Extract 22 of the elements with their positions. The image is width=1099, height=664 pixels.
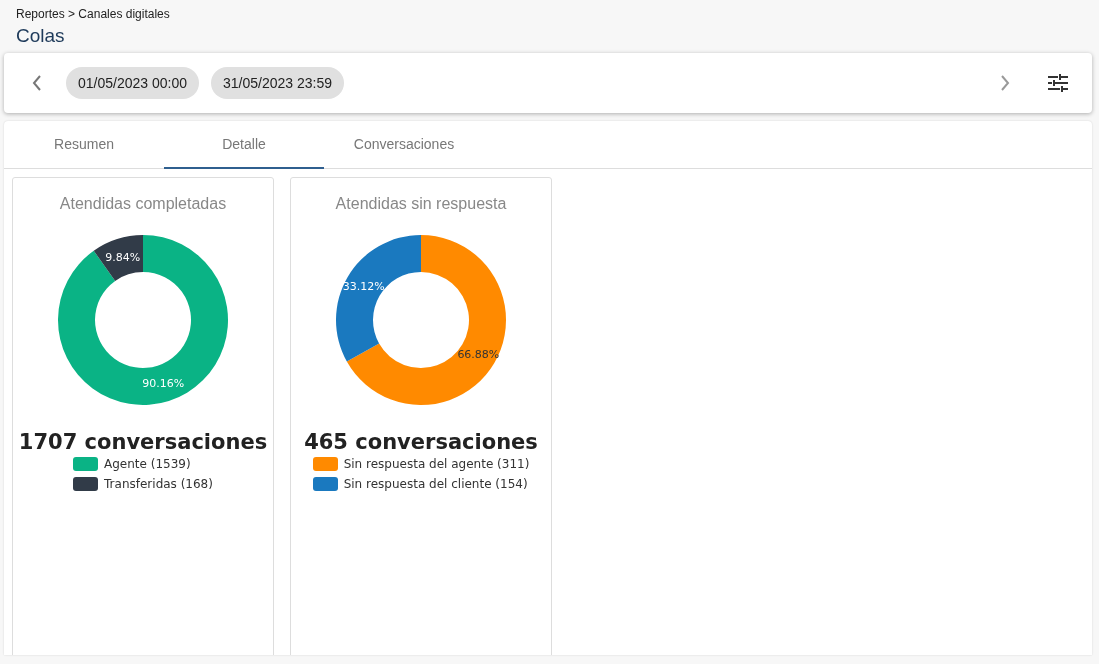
value-label: 66.88% [457,347,500,361]
total-count: 1707 conversaciones [18,430,268,454]
tab[interactable]: Detalle [164,121,324,169]
total-count: 465 conversaciones [304,430,538,454]
legend-label: Agente (1539) [104,457,191,471]
legend-label: Transferidas (168) [104,477,213,491]
legend-label: Sin respuesta del agente (311) [343,457,530,471]
tab[interactable]: Resumen [4,121,164,169]
start-date-chip[interactable]: 01/05/2023 00:00 [66,67,199,99]
page-title: Colas [16,25,66,47]
filter-settings-icon[interactable] [1048,74,1068,92]
chevron-right-icon[interactable] [1000,75,1010,91]
legend-label: Sin respuesta del cliente (154) [343,477,528,491]
chevron-left-icon[interactable] [32,75,42,91]
chart-title: Atendidas completadas [59,195,227,213]
breadcrumb: Reportes > Canales digitales [16,7,171,21]
chart-title: Atendidas sin respuesta [335,195,507,213]
end-date-chip[interactable]: 31/05/2023 23:59 [211,67,344,99]
value-label: 9.84% [105,250,141,264]
value-label: 33.12% [342,280,385,294]
value-label: 90.16% [142,377,185,391]
tab[interactable]: Conversaciones [324,121,484,169]
